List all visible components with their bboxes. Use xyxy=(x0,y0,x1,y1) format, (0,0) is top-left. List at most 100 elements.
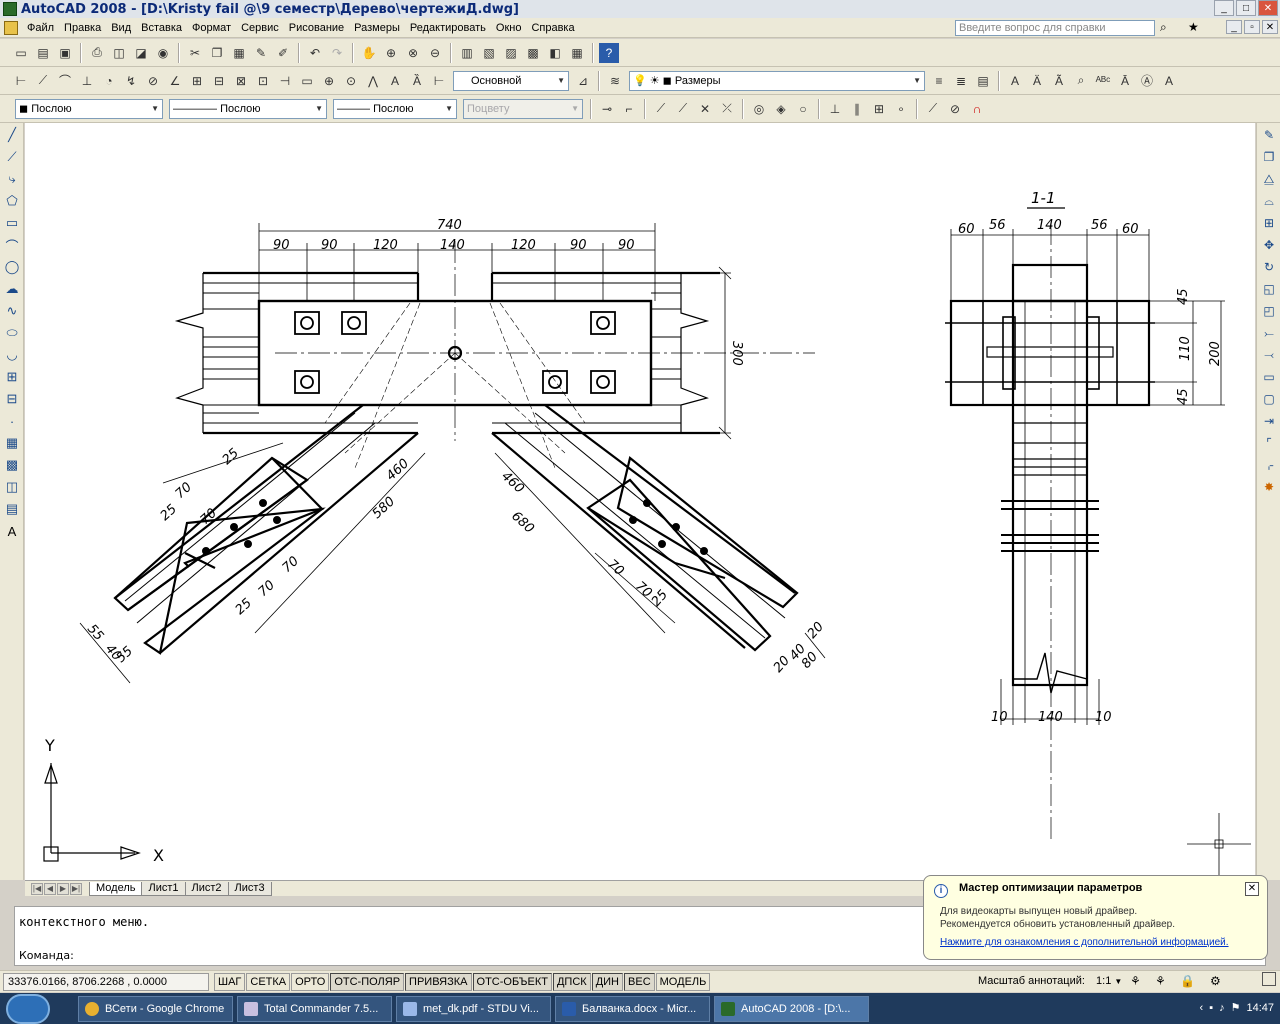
line-icon[interactable]: ╱ xyxy=(2,125,22,145)
notification-close-button[interactable]: ✕ xyxy=(1245,882,1259,896)
publish-web-icon[interactable]: ◉ xyxy=(153,43,173,63)
drawing-canvas[interactable]: 1-1 740 90 90 120 140 120 90 90 300 460 … xyxy=(25,123,1255,880)
stretch-icon[interactable]: ◰ xyxy=(1259,301,1279,321)
taskbar-item-chrome[interactable]: ВСети - Google Chrome xyxy=(78,995,233,1022)
dim-baseline-icon[interactable]: ⊟ xyxy=(209,71,229,91)
mirror-icon[interactable]: ⧋ xyxy=(1259,169,1279,189)
snap-quadrant-icon[interactable]: ◈ xyxy=(771,99,791,119)
snap-tangent-icon[interactable]: ○ xyxy=(793,99,813,119)
new-icon[interactable]: ▭ xyxy=(11,43,31,63)
gradient-icon[interactable]: ▩ xyxy=(2,455,22,475)
explode-icon[interactable]: ✸ xyxy=(1259,477,1279,497)
break-at-point-icon[interactable]: ▭ xyxy=(1259,367,1279,387)
point-icon[interactable]: · xyxy=(2,411,22,431)
rectangle-icon[interactable]: ▭ xyxy=(2,213,22,233)
menu-modify[interactable]: Редактировать xyxy=(405,22,491,34)
table-icon[interactable]: ▤ xyxy=(2,499,22,519)
autocad-app-icon[interactable] xyxy=(3,2,17,16)
menu-draw[interactable]: Рисование xyxy=(284,22,349,34)
spline-icon[interactable]: ∿ xyxy=(2,301,22,321)
jogged-linear-icon[interactable]: ⋀ xyxy=(363,71,383,91)
start-button[interactable] xyxy=(6,993,50,1024)
design-center-icon[interactable]: ▧ xyxy=(479,43,499,63)
dim-arc-icon[interactable]: ⌒ xyxy=(55,71,75,91)
help-icon[interactable]: ? xyxy=(599,42,619,63)
match-properties-icon[interactable]: ✎ xyxy=(251,43,271,63)
first-tab-icon[interactable]: |◀ xyxy=(31,882,43,895)
fillet-icon[interactable]: ⌌ xyxy=(1259,455,1279,475)
menu-window[interactable]: Окно xyxy=(491,22,527,34)
extend-icon[interactable]: ⤙ xyxy=(1259,345,1279,365)
publish-icon[interactable]: ◪ xyxy=(131,43,151,63)
taskbar-item-stdu[interactable]: met_dk.pdf - STDU Vi... xyxy=(396,995,551,1022)
text-frame-icon[interactable]: Ⓐ xyxy=(1137,71,1157,91)
copy-icon[interactable]: ❐ xyxy=(207,43,227,63)
model-toggle[interactable]: МОДЕЛЬ xyxy=(655,972,711,991)
dim-linear-icon[interactable]: ⊢ xyxy=(11,71,31,91)
dim-jogged-icon[interactable]: ↯ xyxy=(121,71,141,91)
ducs-toggle[interactable]: ДПСК xyxy=(552,972,591,991)
text-style-combo[interactable]: Основной ▼ xyxy=(453,70,569,91)
print-icon[interactable]: ⎙ xyxy=(87,43,107,63)
hatch-icon[interactable]: ▦ xyxy=(2,433,22,453)
snap-center-icon[interactable]: ◎ xyxy=(749,99,769,119)
polar-toggle[interactable]: ОТС-ПОЛЯР xyxy=(330,972,405,991)
cut-icon[interactable]: ✂ xyxy=(185,43,205,63)
layer-current-icon[interactable]: ≡ xyxy=(929,71,949,91)
snap-toggle[interactable]: ШАГ xyxy=(214,972,246,991)
snap-perpendicular-icon[interactable]: ⊥ xyxy=(825,99,845,119)
polygon-icon[interactable]: ⬠ xyxy=(2,191,22,211)
clock[interactable]: 14:47 xyxy=(1246,1002,1274,1014)
clean-screen-icon[interactable] xyxy=(1262,972,1276,986)
snap-endpoint-icon[interactable]: ⟋ xyxy=(651,99,671,119)
last-tab-icon[interactable]: ▶| xyxy=(70,882,82,895)
color-combo[interactable]: ◼ Послою ▼ xyxy=(15,98,163,119)
linetype-combo[interactable]: ———— Послою ▼ xyxy=(169,98,327,119)
help-search-input[interactable]: Введите вопрос для справки xyxy=(955,20,1155,36)
language-icon[interactable]: ⚑ xyxy=(1231,1001,1241,1014)
text-scale-icon[interactable]: Ä xyxy=(1027,71,1047,91)
snap-node-icon[interactable]: ∘ xyxy=(891,99,911,119)
maximize-button[interactable]: □ xyxy=(1236,0,1256,16)
tool-palettes-icon[interactable]: ▨ xyxy=(501,43,521,63)
spell-check-icon[interactable]: ᴬᴮᶜ xyxy=(1093,71,1113,91)
tolerance-icon[interactable]: ▭ xyxy=(297,71,317,91)
tray-settings-icon[interactable]: ⚙ xyxy=(1210,974,1221,988)
polyline-icon[interactable]: ⤷ xyxy=(2,169,22,189)
layer-manager-icon[interactable]: ≋ xyxy=(605,71,625,91)
snap-intersection-icon[interactable]: ✕ xyxy=(695,99,715,119)
network-icon[interactable]: ▪ xyxy=(1209,1002,1213,1014)
snap-nearest-icon[interactable]: ⟋ xyxy=(923,99,943,119)
annotation-visibility-icon[interactable]: ⚘ xyxy=(1130,974,1141,988)
snap-from-icon[interactable]: ⌐ xyxy=(619,99,639,119)
move-icon[interactable]: ✥ xyxy=(1259,235,1279,255)
dim-text-edit-icon[interactable]: Ȁ xyxy=(407,71,427,91)
auto-scale-icon[interactable]: ⚘ xyxy=(1155,974,1166,988)
annotation-scale-value[interactable]: 1:1 xyxy=(1096,975,1111,987)
dim-aligned-icon[interactable]: ⟋ xyxy=(33,71,53,91)
chamfer-icon[interactable]: ⌜ xyxy=(1259,433,1279,453)
layer-states-icon[interactable]: ▤ xyxy=(973,71,993,91)
favorites-icon[interactable]: ★ xyxy=(1188,20,1199,34)
dim-style-icon[interactable]: ⊿ xyxy=(573,71,593,91)
text-edit-icon[interactable]: Ã xyxy=(1049,71,1069,91)
center-mark-icon[interactable]: ⊕ xyxy=(319,71,339,91)
inspection-icon[interactable]: ⊙ xyxy=(341,71,361,91)
open-icon[interactable]: ▤ xyxy=(33,43,53,63)
menu-view[interactable]: Вид xyxy=(106,22,136,34)
dim-continue-icon[interactable]: ⊠ xyxy=(231,71,251,91)
zoom-window-icon[interactable]: ⊗ xyxy=(403,43,423,63)
zoom-previous-icon[interactable]: ⊖ xyxy=(425,43,445,63)
circle-icon[interactable]: ◯ xyxy=(2,257,22,277)
menu-dimension[interactable]: Размеры xyxy=(349,22,405,34)
scale-icon[interactable]: ◱ xyxy=(1259,279,1279,299)
tray-expand-icon[interactable]: ‹ xyxy=(1200,1002,1204,1014)
search-icon[interactable]: ⌕ xyxy=(1160,20,1167,35)
copy-object-icon[interactable]: ❐ xyxy=(1259,147,1279,167)
snap-parallel-icon[interactable]: ∥ xyxy=(847,99,867,119)
construction-line-icon[interactable]: ⟋ xyxy=(2,147,22,167)
dim-edit-icon[interactable]: A xyxy=(385,71,405,91)
region-icon[interactable]: ◫ xyxy=(2,477,22,497)
toolbar-lock-icon[interactable]: 🔒 xyxy=(1180,974,1195,988)
revision-cloud-icon[interactable]: ☁ xyxy=(2,279,22,299)
